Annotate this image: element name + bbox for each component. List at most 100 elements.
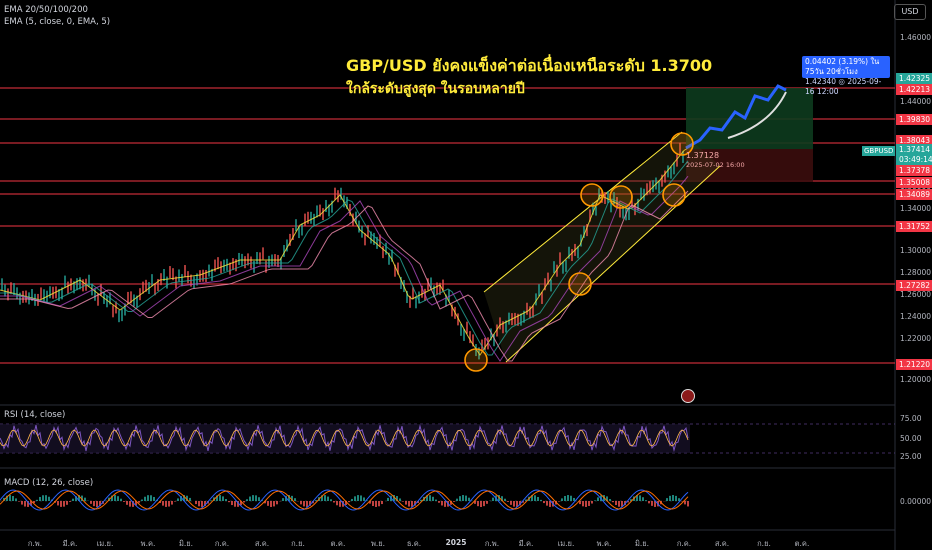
macd-histogram-bar <box>537 497 539 501</box>
time-axis-tick: ต.ค. <box>794 539 810 548</box>
macd-histogram-bar <box>195 501 197 505</box>
macd-histogram-bar <box>540 499 542 501</box>
macd-histogram-bar <box>675 495 677 501</box>
time-axis-tick: ก.พ. <box>484 539 500 548</box>
rsi-axis-tick: 75.00 <box>900 414 922 423</box>
macd-histogram-bar <box>402 501 404 502</box>
touch-point-circle <box>464 348 488 372</box>
macd-histogram-bar <box>210 500 212 501</box>
macd-histogram-bar <box>387 497 389 501</box>
macd-histogram-bar <box>273 501 275 507</box>
macd-histogram-bar <box>150 495 152 501</box>
price-axis-tick: 1.24000 <box>900 312 932 321</box>
macd-histogram-bar <box>639 495 641 501</box>
rsi-legend[interactable]: RSI (14, close) <box>4 410 65 420</box>
macd-histogram-bar <box>666 498 668 501</box>
macd-histogram-bar <box>276 501 278 505</box>
macd-histogram-bar <box>258 497 260 501</box>
macd-histogram-bar <box>558 501 560 502</box>
macd-histogram-bar <box>12 496 14 501</box>
macd-histogram-bar <box>561 498 563 501</box>
macd-histogram-bar <box>114 495 116 501</box>
macd-histogram-bar <box>348 501 350 503</box>
macd-histogram-bar <box>231 501 233 506</box>
macd-histogram-bar <box>144 496 146 501</box>
macd-histogram-bar <box>294 498 296 501</box>
macd-histogram-bar <box>282 498 284 501</box>
price-level-tag: 1.21220 <box>896 359 932 370</box>
macd-histogram-bar <box>66 501 68 505</box>
macd-histogram-bar <box>591 501 593 504</box>
macd-histogram-bar <box>303 501 305 507</box>
time-axis-tick: พ.ค. <box>596 539 612 548</box>
time-axis-tick: ก.ค. <box>676 539 692 548</box>
touch-point-circle <box>609 185 633 209</box>
macd-histogram-bar <box>456 498 458 501</box>
price-level-tag: 1.27282 <box>896 280 932 291</box>
price-axis-tick: 1.34000 <box>900 204 932 213</box>
macd-histogram-bar <box>477 501 479 507</box>
macd-histogram-bar <box>339 501 341 507</box>
time-axis-tick: พ.ค. <box>140 539 156 548</box>
macd-histogram-bar <box>36 499 38 501</box>
event-flag-icon[interactable] <box>681 389 695 403</box>
macd-histogram-bar <box>354 496 356 501</box>
entry-price-label: 1.37128 <box>686 151 720 160</box>
macd-histogram-bar <box>138 501 140 503</box>
macd-histogram-bar <box>468 497 470 501</box>
macd-histogram-bar <box>486 501 488 504</box>
macd-histogram-bar <box>504 498 506 501</box>
time-axis-tick: ก.พ. <box>27 539 43 548</box>
price-level-tag: 1.42213 <box>896 84 932 95</box>
macd-histogram-bar <box>570 495 572 501</box>
macd-legend[interactable]: MACD (12, 26, close) <box>4 478 93 488</box>
price-level-tag: 1.31752 <box>896 221 932 232</box>
macd-histogram-bar <box>435 499 437 501</box>
macd-histogram-bar <box>18 501 20 502</box>
macd-histogram-bar <box>564 495 566 501</box>
macd-histogram-bar <box>252 495 254 501</box>
macd-histogram-bar <box>228 501 230 503</box>
macd-histogram-bar <box>120 498 122 501</box>
measure-target: 1.42340 ◎ 2025-09-16 12:00 <box>805 77 882 96</box>
symbol-tag[interactable]: GBPUSD <box>862 146 896 156</box>
macd-histogram-bar <box>60 501 62 507</box>
price-axis-tick: 1.22000 <box>900 334 932 343</box>
time-axis-tick: ส.ค. <box>254 539 270 548</box>
macd-histogram-bar <box>357 495 359 501</box>
price-level-tag: 03:49:14 <box>896 154 932 165</box>
macd-histogram-bar <box>381 501 383 505</box>
macd-histogram-bar <box>93 501 95 507</box>
measure-tooltip: 0.04402 (3.19%) ใน 75วัน 20ชั่วโมง 1.423… <box>802 56 890 96</box>
price-axis-tick: 1.28000 <box>900 268 932 277</box>
macd-histogram-bar <box>507 501 509 502</box>
price-level-tag: 1.34089 <box>896 189 932 200</box>
price-axis-tick: 1.30000 <box>900 246 932 255</box>
macd-histogram-bar <box>462 495 464 501</box>
ema5-legend[interactable]: EMA (5, close, 0, EMA, 5) <box>4 17 110 27</box>
macd-histogram-bar <box>360 495 362 501</box>
macd-histogram-bar <box>444 501 446 507</box>
macd-histogram-bar <box>513 501 515 507</box>
price-axis-tick: 1.20000 <box>900 375 932 384</box>
price-level-tag: 1.35008 <box>896 177 932 188</box>
macd-histogram-bar <box>333 501 335 503</box>
macd-histogram-bar <box>378 501 380 507</box>
macd-histogram-bar <box>222 496 224 501</box>
headline-subtitle: ใกล้ระดับสูงสุด ในรอบหลายปี <box>346 81 525 97</box>
macd-histogram-bar <box>585 501 587 507</box>
macd-histogram-bar <box>39 496 41 501</box>
ema-ribbon-legend[interactable]: EMA 20/50/100/200 <box>4 5 88 15</box>
macd-histogram-bar <box>429 495 431 501</box>
macd-histogram-bar <box>609 499 611 501</box>
macd-histogram-bar <box>375 501 377 507</box>
macd-histogram-bar <box>480 501 482 507</box>
macd-histogram-bar <box>315 500 317 501</box>
price-axis-tick: 1.44000 <box>900 97 932 106</box>
macd-histogram-bar <box>363 497 365 501</box>
macd-histogram-bar <box>492 497 494 501</box>
macd-histogram-bar <box>90 501 92 504</box>
macd-histogram-bar <box>123 501 125 502</box>
macd-axis-tick: 0.00000 <box>900 497 932 506</box>
currency-button[interactable]: USD <box>894 4 926 20</box>
